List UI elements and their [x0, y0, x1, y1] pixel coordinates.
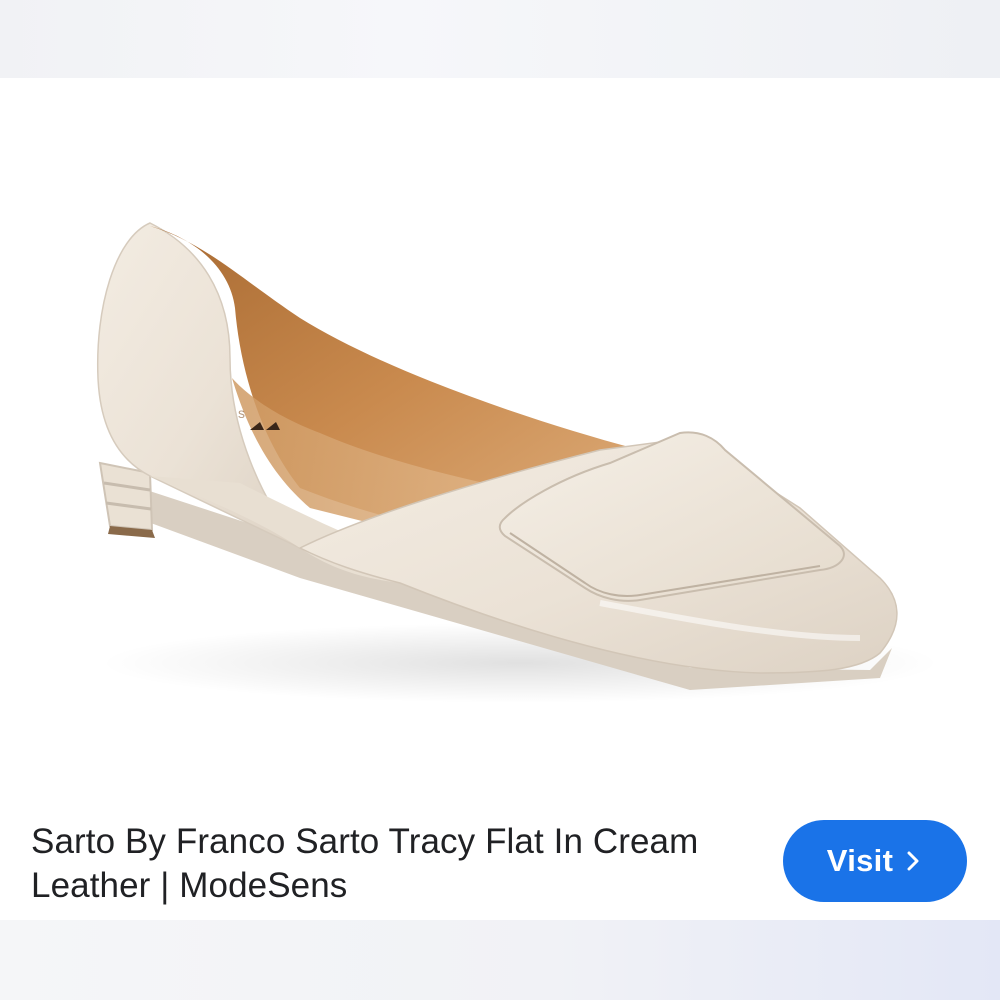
product-title[interactable]: Sarto By Franco Sarto Tracy Flat In Crea…	[31, 820, 751, 908]
product-image[interactable]: s	[0, 78, 1000, 790]
shoe-illustration: s	[96, 222, 940, 703]
chevron-right-icon	[907, 851, 919, 871]
visit-label: Visit	[826, 843, 894, 878]
top-background	[0, 0, 1000, 78]
bottom-background	[0, 920, 1000, 1000]
visit-button[interactable]: Visit	[783, 820, 967, 902]
result-card[interactable]: s Sarto By Franco Sarto Tracy Flat In Cr…	[0, 78, 1000, 920]
product-info: Sarto By Franco Sarto Tracy Flat In Crea…	[0, 790, 1000, 920]
svg-text:s: s	[238, 405, 245, 421]
